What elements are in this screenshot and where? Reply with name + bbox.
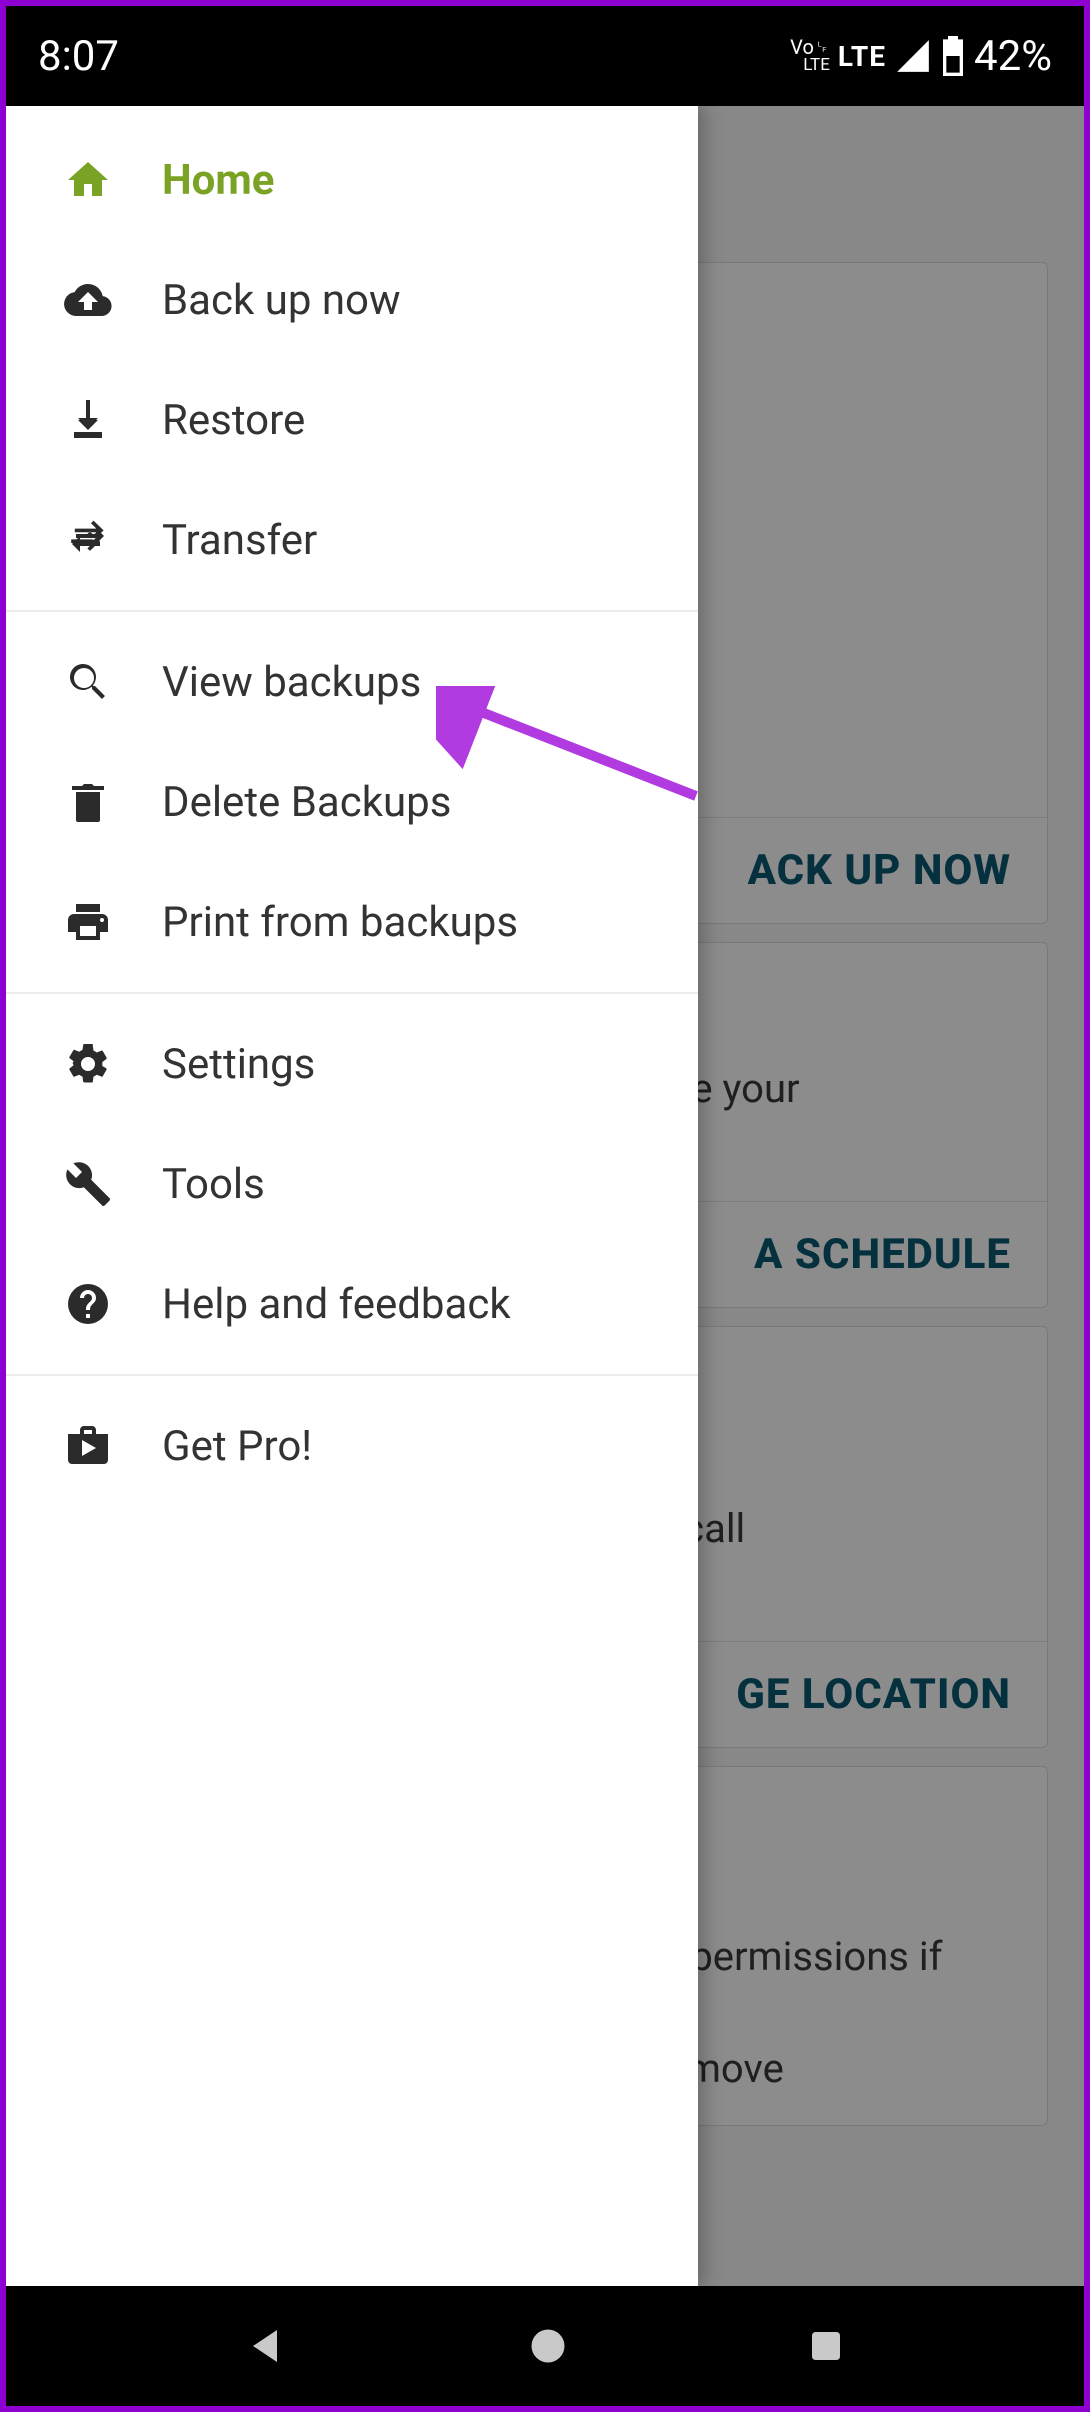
drawer-item-backup-now[interactable]: Back up now (6, 240, 698, 360)
drawer-item-label: Print from backups (162, 898, 518, 947)
home-icon (60, 152, 116, 208)
gear-icon (60, 1036, 116, 1092)
device-frame: 8:07 Vo␊LTE LTE 42% SMS Backup & Restore… (0, 0, 1090, 2412)
lte-indicator: LTE (838, 40, 886, 73)
drawer-item-settings[interactable]: Settings (6, 1004, 698, 1124)
drawer-item-label: Transfer (162, 516, 317, 565)
drawer-item-tools[interactable]: Tools (6, 1124, 698, 1244)
battery-icon (940, 36, 966, 76)
drawer-item-home[interactable]: Home (6, 120, 698, 240)
search-icon (60, 654, 116, 710)
drawer-item-label: Settings (162, 1040, 315, 1089)
drawer-item-get-pro[interactable]: Get Pro! (6, 1386, 698, 1506)
device: 8:07 Vo␊LTE LTE 42% SMS Backup & Restore… (6, 6, 1084, 2406)
drawer-item-help[interactable]: Help and feedback (6, 1244, 698, 1364)
nav-recent-icon[interactable] (805, 2325, 847, 2367)
cloud-upload-icon (60, 272, 116, 328)
drawer-separator (6, 992, 698, 994)
app-screen: SMS Backup & Restore BACK UP NOW Schedul… (6, 106, 1084, 2286)
drawer-item-label: Tools (162, 1160, 265, 1209)
drawer-item-label: Delete Backups (162, 778, 451, 827)
drawer-item-label: Help and feedback (162, 1280, 511, 1329)
drawer-item-print-backups[interactable]: Print from backups (6, 862, 698, 982)
status-right: Vo␊LTE LTE 42% (790, 32, 1052, 81)
navigation-drawer: Home Back up now Restore Transfer (6, 106, 698, 2286)
nav-home-icon[interactable] (526, 2324, 570, 2368)
nav-back-icon[interactable] (243, 2322, 291, 2370)
status-bar: 8:07 Vo␊LTE LTE 42% (6, 6, 1084, 106)
drawer-item-label: Get Pro! (162, 1422, 312, 1471)
drawer-item-label: Back up now (162, 276, 401, 325)
trash-icon (60, 774, 116, 830)
wrench-icon (60, 1156, 116, 1212)
drawer-separator (6, 610, 698, 612)
signal-icon (894, 37, 932, 75)
drawer-item-restore[interactable]: Restore (6, 360, 698, 480)
status-time: 8:07 (38, 32, 119, 81)
volte-indicator: Vo␊LTE (790, 38, 830, 73)
drawer-separator (6, 1374, 698, 1376)
transfer-icon (60, 512, 116, 568)
drawer-item-view-backups[interactable]: View backups (6, 622, 698, 742)
drawer-item-transfer[interactable]: Transfer (6, 480, 698, 600)
help-icon (60, 1276, 116, 1332)
drawer-item-label: View backups (162, 658, 421, 707)
battery-percent: 42% (974, 32, 1052, 81)
drawer-item-label: Home (162, 156, 274, 205)
print-icon (60, 894, 116, 950)
system-nav-bar (6, 2286, 1084, 2406)
drawer-item-label: Restore (162, 396, 305, 445)
download-icon (60, 392, 116, 448)
drawer-item-delete-backups[interactable]: Delete Backups (6, 742, 698, 862)
shop-icon (60, 1418, 116, 1474)
